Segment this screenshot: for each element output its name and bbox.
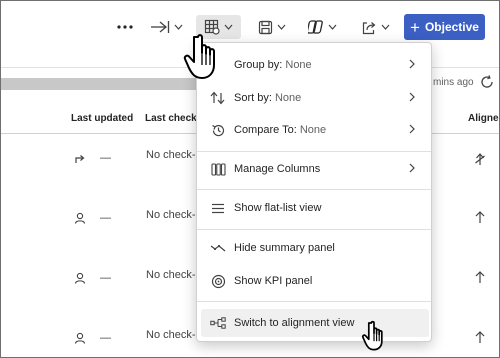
hand-cursor-icon	[361, 320, 383, 351]
progress-bar	[1, 78, 197, 90]
share-button[interactable]	[355, 15, 395, 39]
add-objective-button[interactable]: + Objective	[404, 14, 485, 40]
menu-item-sort-by[interactable]: Sort by: None	[201, 84, 429, 112]
column-header-last-checkin[interactable]: Last check-i	[145, 113, 203, 124]
person-icon	[74, 272, 86, 284]
menu-divider	[197, 151, 431, 152]
app-frame: + Objective mins ago Last updated Last c…	[0, 0, 500, 358]
redirect-arrow-icon	[75, 155, 85, 163]
column-header-last-updated[interactable]: Last updated	[71, 113, 133, 124]
group-by-value: None	[285, 59, 312, 71]
expand-button[interactable]	[146, 15, 186, 39]
trend-line-icon	[209, 239, 227, 257]
more-horizontal-icon	[117, 25, 133, 29]
history-icon	[209, 121, 227, 139]
switch-alignment-label: Switch to alignment view	[234, 317, 355, 329]
last-checkin-value: No check-	[146, 329, 196, 341]
menu-item-manage-columns[interactable]: Manage Columns	[201, 155, 429, 183]
columns-icon	[209, 160, 227, 178]
person-icon	[74, 212, 86, 224]
menu-item-compare-to[interactable]: Compare To: None	[201, 116, 429, 144]
hierarchy-icon	[209, 314, 227, 332]
arrow-up-icon[interactable]	[474, 270, 486, 284]
sort-by-value: None	[274, 92, 302, 104]
sort-icon	[209, 89, 227, 107]
arrow-up-icon[interactable]	[474, 330, 486, 344]
menu-item-flat-list[interactable]: Show flat-list view	[201, 194, 429, 222]
share-icon	[362, 21, 375, 34]
save-button[interactable]	[253, 15, 291, 39]
view-options-menu: Group by: None Sort by: None Compare To:…	[196, 42, 432, 342]
menu-divider	[197, 301, 431, 302]
last-checkin-value: No check-	[146, 149, 196, 161]
chevron-right-icon	[409, 124, 415, 134]
chevron-down-icon	[224, 24, 233, 30]
objective-label: Objective	[424, 20, 479, 34]
person-icon	[74, 332, 86, 344]
copilot-button[interactable]	[301, 15, 343, 39]
last-updated-value: —	[100, 272, 111, 284]
copilot-icon	[307, 20, 323, 34]
menu-divider	[197, 189, 431, 190]
refresh-button[interactable]	[479, 74, 495, 93]
chevron-down-icon	[174, 24, 182, 30]
arrow-up-icon[interactable]	[474, 210, 486, 224]
chevron-right-icon	[409, 59, 415, 69]
hide-summary-label: Hide summary panel	[234, 242, 335, 254]
last-updated-text: mins ago	[433, 77, 474, 88]
last-updated-value: —	[100, 332, 111, 344]
column-header-alignment[interactable]: Aligne	[468, 113, 499, 124]
chevron-down-icon	[328, 24, 336, 30]
flat-list-label: Show flat-list view	[234, 202, 322, 214]
list-icon	[209, 199, 227, 217]
menu-divider	[197, 229, 431, 230]
chevron-down-icon	[277, 24, 286, 30]
save-icon	[258, 20, 273, 34]
compare-to-label: Compare To:	[234, 124, 297, 136]
chevron-right-icon	[409, 163, 415, 173]
compare-to-value: None	[299, 124, 327, 136]
last-updated-value: —	[100, 152, 111, 164]
show-kpi-label: Show KPI panel	[234, 275, 313, 287]
sort-by-label: Sort by:	[234, 92, 272, 104]
manage-columns-label: Manage Columns	[234, 163, 321, 175]
menu-item-switch-alignment[interactable]: Switch to alignment view	[201, 309, 429, 337]
chevron-right-icon	[409, 92, 415, 102]
hand-cursor-icon	[183, 34, 215, 79]
arrow-right-to-line-icon	[150, 21, 169, 33]
target-icon	[209, 272, 227, 290]
last-updated-value: —	[100, 212, 111, 224]
more-options-button[interactable]	[113, 15, 137, 39]
group-by-label: Group by:	[234, 59, 283, 71]
last-checkin-value: No check-	[146, 209, 196, 221]
plus-icon: +	[410, 17, 420, 37]
last-checkin-value: No check-	[146, 269, 196, 281]
menu-item-group-by[interactable]: Group by: None	[201, 51, 429, 79]
refresh-icon	[481, 75, 493, 88]
alignment-broken-icon[interactable]	[474, 152, 486, 166]
chevron-down-icon	[381, 24, 389, 30]
menu-item-hide-summary[interactable]: Hide summary panel	[201, 234, 429, 262]
menu-item-show-kpi[interactable]: Show KPI panel	[201, 267, 429, 295]
